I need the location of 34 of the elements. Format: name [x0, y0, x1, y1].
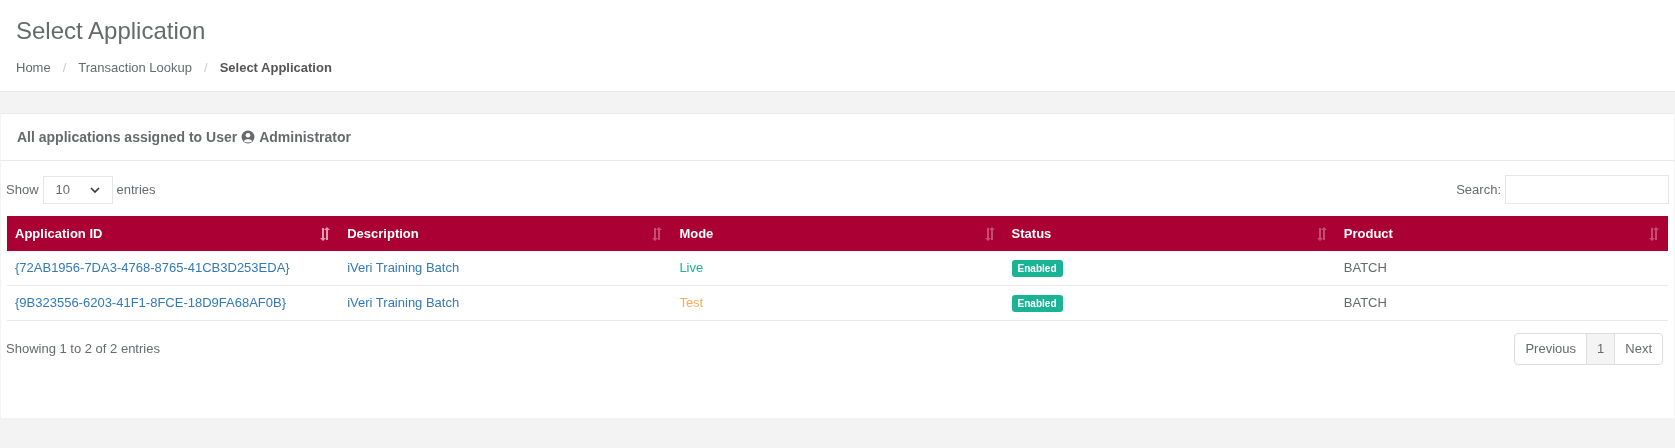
table-info: Showing 1 to 2 of 2 entries — [6, 340, 160, 358]
status-badge: Enabled — [1011, 295, 1063, 313]
previous-button[interactable]: Previous — [1515, 334, 1587, 364]
breadcrumb-item: Select Application — [219, 59, 332, 77]
description-link[interactable]: iVeri Training Batch — [347, 295, 460, 311]
breadcrumb-separator: / — [62, 59, 67, 77]
column-header[interactable]: Status — [1011, 223, 1052, 244]
user-icon — [241, 130, 256, 144]
description-link[interactable]: iVeri Training Batch — [347, 260, 460, 276]
product-text: BATCH — [1343, 260, 1387, 276]
application-id-link[interactable]: {72AB1956-7DA3-4768-8765-41CB3D253EDA} — [15, 260, 290, 276]
page-button[interactable]: 1 — [1586, 334, 1616, 364]
search-label: Search: — [1456, 180, 1501, 199]
breadcrumb-item[interactable]: Home — [16, 58, 51, 78]
status-badge: Enabled — [1011, 260, 1063, 278]
column-header[interactable]: Mode — [679, 223, 714, 244]
page-title: Select Application — [16, 16, 207, 46]
breadcrumb-item[interactable]: Transaction Lookup — [78, 58, 192, 78]
mode-text: Test — [679, 295, 704, 311]
show-label: Show — [6, 180, 39, 199]
chevron-down-icon — [89, 186, 100, 193]
column-header[interactable]: Product — [1343, 223, 1393, 244]
entries-label: entries — [116, 180, 156, 199]
breadcrumb-separator: / — [204, 59, 208, 77]
next-button[interactable]: Next — [1615, 334, 1662, 364]
panel-title: All applications assigned to User — [17, 127, 238, 147]
mode-text: Live — [679, 260, 704, 276]
entries-select[interactable]: 10 — [42, 175, 113, 204]
search-field[interactable] — [1505, 175, 1669, 204]
user-name: Administrator — [259, 127, 351, 147]
column-header[interactable]: Application ID — [15, 223, 103, 244]
product-text: BATCH — [1343, 295, 1387, 311]
column-header[interactable]: Description — [347, 223, 419, 244]
application-id-link[interactable]: {9B323556-6203-41F1-8FCE-18D9FA68AF0B} — [15, 295, 286, 311]
